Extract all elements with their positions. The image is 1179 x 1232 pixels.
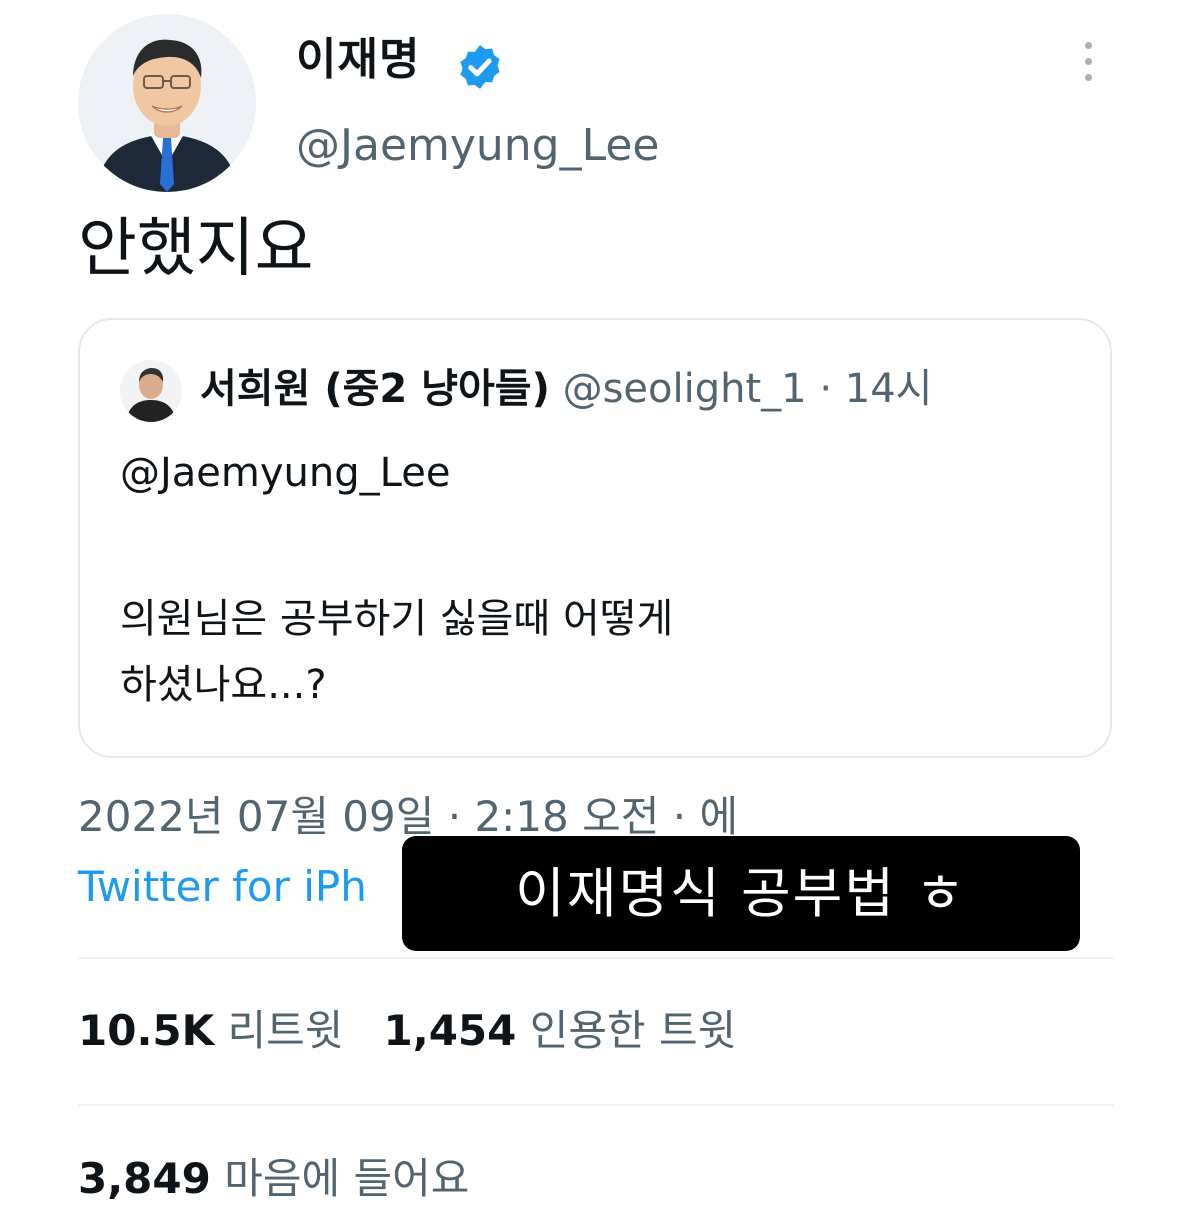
story-caption: 이재명식 공부법 ㅎ <box>402 836 1080 951</box>
quotes-stat[interactable]: 1,454 인용한 트윗 <box>384 1006 737 1055</box>
likes-label: 마음에 들어요 <box>224 1154 470 1203</box>
retweets-stat[interactable]: 10.5K 리트윗 <box>78 1006 343 1055</box>
quotes-label: 인용한 트윗 <box>529 1006 737 1055</box>
quoted-body-line: 하셨나요...? <box>120 662 327 708</box>
person-portrait-icon <box>78 14 256 192</box>
verified-badge-icon <box>455 42 505 92</box>
quoted-tweet-header: 서희원 (중2 냥아들) @seolight_1 · 14시 <box>200 360 932 418</box>
divider <box>78 1104 1114 1106</box>
quoted-author-name[interactable]: 서희원 (중2 냥아들) <box>200 366 550 412</box>
retweets-label: 리트윗 <box>227 1006 344 1055</box>
retweets-count: 10.5K <box>78 1006 215 1055</box>
divider <box>78 957 1114 959</box>
quoted-body-line: 의원님은 공부하기 싫을때 어떻게 <box>120 596 674 642</box>
quoted-tweet-body: 의원님은 공부하기 싫을때 어떻게 하셨나요...? <box>120 586 1080 718</box>
more-vertical-icon[interactable] <box>1078 42 1098 90</box>
quotes-count: 1,454 <box>383 1006 517 1055</box>
quoted-author-avatar[interactable] <box>120 360 182 422</box>
tweet-source-link[interactable]: Twitter for iPh <box>78 858 367 916</box>
author-avatar[interactable] <box>78 14 256 192</box>
tweet-text: 안했지요 <box>78 212 314 286</box>
retweet-quote-stats: 10.5K 리트윗 1,454 인용한 트윗 <box>78 1002 736 1060</box>
likes-count: 3,849 <box>78 1154 211 1203</box>
quoted-mention[interactable]: @Jaemyung_Lee <box>120 444 450 502</box>
likes-stats[interactable]: 3,849 마음에 들어요 <box>78 1150 469 1208</box>
person-portrait-icon <box>120 360 182 422</box>
author-handle[interactable]: @Jaemyung_Lee <box>296 118 660 174</box>
quoted-author-meta: @seolight_1 · 14시 <box>562 366 933 412</box>
author-display-name[interactable]: 이재명 <box>296 30 420 90</box>
